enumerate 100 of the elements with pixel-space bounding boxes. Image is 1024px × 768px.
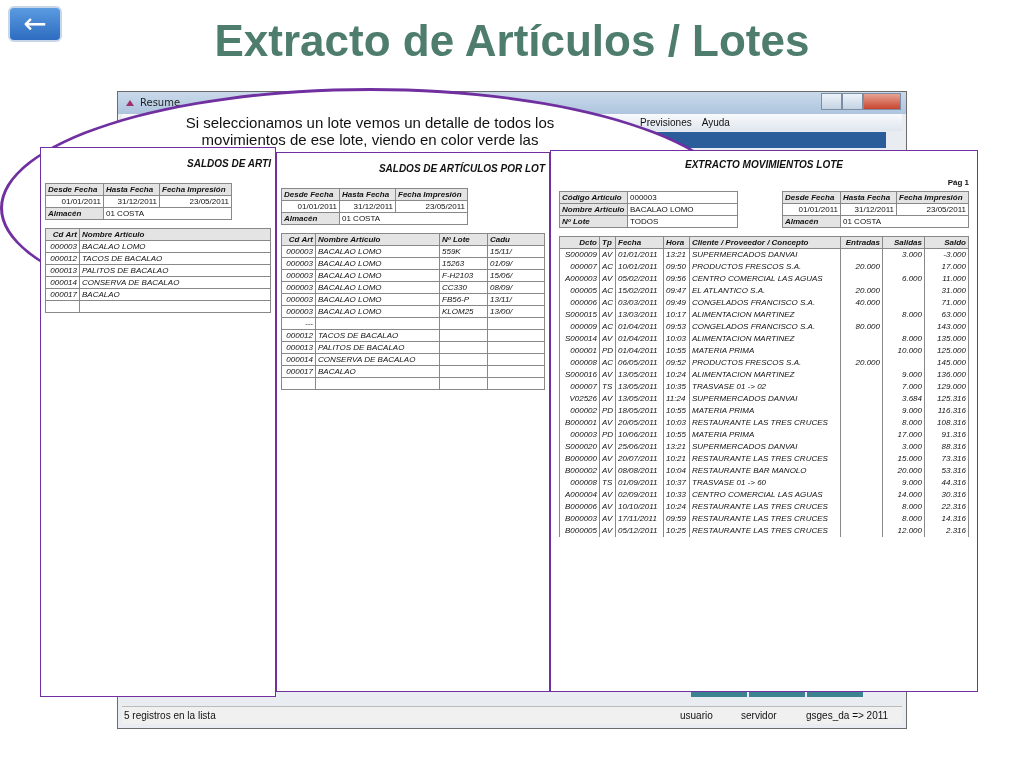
table-cell: 09:53 bbox=[664, 321, 690, 333]
table-cell: RESTAURANTE LAS TRES CRUCES bbox=[690, 453, 841, 465]
table-cell: 10:55 bbox=[664, 405, 690, 417]
table-cell: AV bbox=[600, 393, 616, 405]
table-cell: AV bbox=[600, 309, 616, 321]
table-cell: 000005 bbox=[560, 285, 600, 297]
table-cell: S000014 bbox=[560, 333, 600, 345]
table-cell: 8.000 bbox=[883, 501, 925, 513]
table-cell: 01/09/ bbox=[488, 258, 545, 270]
table-cell: 44.316 bbox=[925, 477, 969, 489]
table-cell: 08/08/2011 bbox=[616, 465, 664, 477]
status-text: usuario bbox=[680, 710, 713, 721]
table-cell: 13/05/2011 bbox=[616, 369, 664, 381]
table-cell: 20.000 bbox=[841, 261, 883, 273]
menu-item[interactable]: Previsiones bbox=[640, 117, 692, 128]
column-header: Desde Fecha bbox=[783, 192, 841, 204]
table-cell: 000003 bbox=[628, 192, 738, 204]
table-cell: AV bbox=[600, 465, 616, 477]
table-cell: 09:52 bbox=[664, 357, 690, 369]
table-cell: 10:03 bbox=[664, 333, 690, 345]
table-cell: MATERIA PRIMA bbox=[690, 429, 841, 441]
table-cell: 7.000 bbox=[883, 381, 925, 393]
table-cell: TACOS DE BACALAO bbox=[316, 330, 440, 342]
table-cell: B000006 bbox=[560, 501, 600, 513]
table-cell: 000008 bbox=[560, 357, 600, 369]
table-cell: 01/04/2011 bbox=[616, 321, 664, 333]
status-text: gsges_da => 2011 bbox=[806, 710, 889, 721]
table-cell: BACALAO bbox=[80, 289, 271, 301]
table-cell: 129.000 bbox=[925, 381, 969, 393]
status-text: 5 registros en la lista bbox=[124, 710, 216, 721]
table-cell: 18/05/2011 bbox=[616, 405, 664, 417]
table-cell: --- bbox=[282, 318, 316, 330]
table-cell: 3.000 bbox=[883, 249, 925, 261]
table-cell: TRASVASE 01 -> 60 bbox=[690, 477, 841, 489]
table-cell: 8.000 bbox=[883, 333, 925, 345]
table-cell: RESTAURANTE LAS TRES CRUCES bbox=[690, 501, 841, 513]
table-cell: CONSERVA DE BACALAO bbox=[316, 354, 440, 366]
table-cell: 2.316 bbox=[925, 525, 969, 537]
table-cell: 17/11/2011 bbox=[616, 513, 664, 525]
table-cell: 11:24 bbox=[664, 393, 690, 405]
table-cell: 31/12/2011 bbox=[104, 196, 160, 208]
column-header: Nombre Artículo bbox=[316, 234, 440, 246]
table-cell: 88.316 bbox=[925, 441, 969, 453]
column-header: Desde Fecha bbox=[46, 184, 104, 196]
table-cell: 116.316 bbox=[925, 405, 969, 417]
report-title: SALDOS DE ARTÍCULOS POR LOT bbox=[377, 163, 545, 176]
field-label: Nº Lote bbox=[560, 216, 628, 228]
table-cell: 05/12/2011 bbox=[616, 525, 664, 537]
column-header: Dcto bbox=[560, 237, 600, 249]
column-header: Cadu bbox=[488, 234, 545, 246]
table-cell: EL ATLANTICO S.A. bbox=[690, 285, 841, 297]
table-cell: 09:47 bbox=[664, 285, 690, 297]
table-cell: 000003 bbox=[282, 306, 316, 318]
table-cell: BACALAO LOMO bbox=[316, 258, 440, 270]
table-cell: 23/05/2011 bbox=[396, 201, 468, 213]
table-cell: 23/05/2011 bbox=[897, 204, 969, 216]
back-button[interactable]: ← bbox=[8, 6, 62, 42]
table-cell: SUPERMERCADOS DANVAI bbox=[690, 249, 841, 261]
table-cell: 09:56 bbox=[664, 273, 690, 285]
table-cell: 10:55 bbox=[664, 429, 690, 441]
table-cell: AV bbox=[600, 417, 616, 429]
table-cell: TACOS DE BACALAO bbox=[80, 253, 271, 265]
table-cell: S000009 bbox=[560, 249, 600, 261]
table-cell: 31/12/2011 bbox=[841, 204, 897, 216]
column-header: Desde Fecha bbox=[282, 189, 340, 201]
table-cell: 135.000 bbox=[925, 333, 969, 345]
table-cell: 17.000 bbox=[925, 261, 969, 273]
table-cell: 01/09/2011 bbox=[616, 477, 664, 489]
table-cell: 125.000 bbox=[925, 345, 969, 357]
table-cell: B000001 bbox=[560, 417, 600, 429]
table-cell: 08/09/ bbox=[488, 282, 545, 294]
table-cell: BACALAO LOMO bbox=[80, 241, 271, 253]
table-cell: 000003 bbox=[282, 246, 316, 258]
table-cell: AV bbox=[600, 441, 616, 453]
table-cell: 40.000 bbox=[841, 297, 883, 309]
report-title: EXTRACTO MOVIMIENTOS LOTE bbox=[684, 159, 844, 172]
table-cell: 10:04 bbox=[664, 465, 690, 477]
table-cell: AV bbox=[600, 489, 616, 501]
column-header: Hora bbox=[664, 237, 690, 249]
menu-item[interactable]: Ayuda bbox=[701, 117, 730, 128]
table-cell: FB56-P bbox=[440, 294, 488, 306]
table-cell: 6.000 bbox=[883, 273, 925, 285]
table-cell: 13:21 bbox=[664, 441, 690, 453]
column-header: Hasta Fecha bbox=[104, 184, 160, 196]
table-cell: 000014 bbox=[46, 277, 80, 289]
column-header: Cd Art bbox=[282, 234, 316, 246]
table-cell: S000015 bbox=[560, 309, 600, 321]
table-cell: ALIMENTACION MARTINEZ bbox=[690, 309, 841, 321]
table-cell: 20/07/2011 bbox=[616, 453, 664, 465]
table-cell: 15/06/ bbox=[488, 270, 545, 282]
table-cell: 05/02/2011 bbox=[616, 273, 664, 285]
table-cell: 000017 bbox=[282, 366, 316, 378]
table-cell: 03/03/2011 bbox=[616, 297, 664, 309]
table-cell: S000016 bbox=[560, 369, 600, 381]
table-cell: PALITOS DE BACALAO bbox=[80, 265, 271, 277]
table-cell: AC bbox=[600, 261, 616, 273]
table-cell: CONGELADOS FRANCISCO S.A. bbox=[690, 297, 841, 309]
table-cell: 000003 bbox=[282, 258, 316, 270]
table-cell: BACALAO LOMO bbox=[628, 204, 738, 216]
table-cell: 10:25 bbox=[664, 525, 690, 537]
